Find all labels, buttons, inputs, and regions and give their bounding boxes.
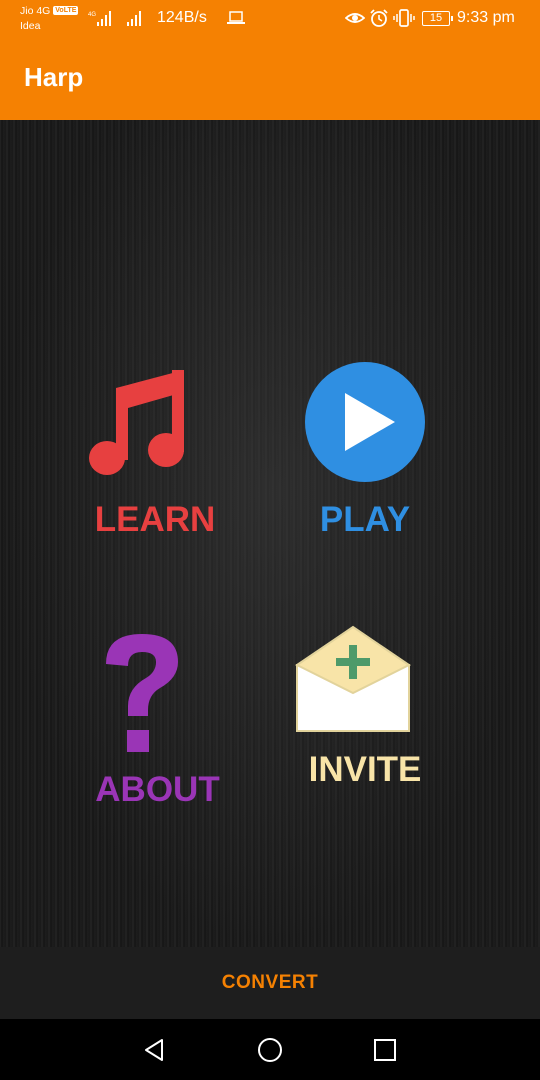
home-icon[interactable] (255, 1035, 285, 1065)
carrier-primary: Jio 4G (20, 5, 51, 17)
main-menu: LEARN PLAY ABOUT INVITE (0, 120, 540, 947)
net-speed: 124B/s (157, 9, 207, 26)
question-mark-icon (106, 634, 178, 752)
signal-icon: 4G (88, 11, 111, 26)
play-button[interactable]: PLAY (295, 360, 435, 540)
carrier-secondary: Idea (20, 20, 41, 32)
clock: 9:33 pm (457, 9, 515, 26)
navigation-bar (0, 1019, 540, 1080)
bottom-bar: CONVERT (0, 947, 540, 1019)
convert-button[interactable]: CONVERT (222, 972, 318, 994)
recents-icon[interactable] (370, 1035, 400, 1065)
app-bar: Harp (0, 40, 540, 120)
learn-label: LEARN (94, 500, 216, 539)
signal-icon (127, 11, 141, 26)
play-icon (305, 362, 425, 482)
eye-icon (345, 13, 365, 23)
carrier-info: Jio 4G VoLTE Idea (20, 4, 79, 34)
status-bar: Jio 4G VoLTE Idea 4G 124B/s 15 9:33 pm (0, 0, 540, 40)
play-label: PLAY (319, 500, 411, 539)
svg-text:4G: 4G (88, 12, 96, 18)
back-icon[interactable] (140, 1035, 170, 1065)
envelope-add-icon (295, 625, 411, 732)
invite-label: INVITE (308, 750, 422, 789)
music-note-icon (89, 370, 184, 475)
vibrate-icon (393, 9, 415, 27)
about-button[interactable]: ABOUT (90, 630, 225, 815)
invite-button[interactable]: INVITE (295, 625, 435, 800)
about-label: ABOUT (95, 770, 220, 809)
volte-badge: VoLTE (53, 6, 79, 15)
laptop-icon (227, 11, 245, 24)
app-title: Harp (24, 62, 84, 92)
learn-button[interactable]: LEARN (80, 360, 230, 540)
battery-icon: 15 (422, 11, 453, 26)
alarm-icon (370, 9, 388, 27)
